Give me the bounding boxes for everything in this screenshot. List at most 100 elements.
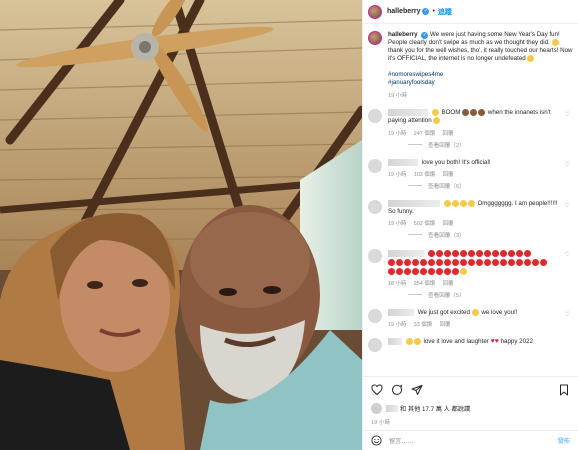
comment-time: 19 小時 <box>388 220 407 227</box>
post-photo[interactable] <box>0 0 362 450</box>
comment-item: love you both! It's official! 19 小時 103 … <box>368 158 572 178</box>
comment-item: BOOM when the innanets isn't paying atte… <box>368 109 572 137</box>
comment-time: 19 小時 <box>388 130 407 137</box>
heart-icon[interactable] <box>371 384 383 396</box>
red-heart-emoji-row <box>427 249 532 257</box>
view-replies-button[interactable]: 查看回覆（2） <box>408 141 572 149</box>
comment-like-icon[interactable]: ♡ <box>565 311 570 318</box>
likes-text: 和 其他 17.7 萬 人 都說讚 <box>400 406 471 413</box>
comment-text-2: happy 2022 <box>500 338 533 346</box>
comment-like-icon[interactable]: ♡ <box>565 161 570 168</box>
red-heart-emoji-row <box>388 267 468 275</box>
comment-text: Omggggggg. I am people!!!!!! <box>477 199 558 207</box>
hashtag-link[interactable]: #januaryfoolsday <box>388 79 574 87</box>
reply-button[interactable]: 回覆 <box>443 172 454 178</box>
add-comment-bar: 留言…… 發佈 <box>363 430 578 450</box>
liker-username[interactable] <box>386 405 398 412</box>
commenter-username[interactable] <box>388 109 428 117</box>
comment-input[interactable]: 留言…… <box>389 436 558 445</box>
comment-like-icon[interactable]: ♡ <box>565 251 570 258</box>
comment-time: 19 小時 <box>388 171 407 178</box>
commenter-username[interactable] <box>388 308 414 316</box>
comment-item: love it love and laughter ♥♥ happy 2022 <box>368 337 572 352</box>
laughing-emoji-icon <box>443 199 451 207</box>
view-replies-button[interactable]: 查看回覆（5） <box>408 291 572 299</box>
caption-username[interactable]: halleberry <box>388 31 418 38</box>
commenter-avatar[interactable] <box>368 308 382 323</box>
reply-button[interactable]: 回覆 <box>443 131 454 137</box>
comment-text: love you both! It's official! <box>421 158 491 166</box>
laughing-emoji-icon <box>459 199 467 207</box>
liker-avatar[interactable] <box>371 403 382 414</box>
comment-text: We just got excited <box>417 308 470 316</box>
comment-likes[interactable]: 103 個讚 <box>414 172 435 178</box>
laughing-emoji-icon <box>551 39 559 46</box>
comment-item: Omggggggg. I am people!!!!!! So funny. 1… <box>368 199 572 227</box>
reply-button[interactable]: 回覆 <box>443 281 454 287</box>
post-comment-button[interactable]: 發佈 <box>558 436 570 445</box>
red-heart-emoji-row <box>388 258 548 266</box>
view-replies-button[interactable]: 查看回覆（6） <box>408 182 572 190</box>
comment-item: 18 小時 254 個讚 回覆 ♡ <box>368 248 572 287</box>
share-icon[interactable] <box>411 384 423 396</box>
comment-text-2: we love you!! <box>481 308 518 316</box>
laughing-emoji-icon <box>471 308 479 316</box>
comment-time: 18 小時 <box>388 280 407 287</box>
laughing-emoji-icon <box>527 55 535 63</box>
commenter-avatar[interactable] <box>368 109 382 124</box>
bookmark-icon[interactable] <box>558 384 570 396</box>
laughing-emoji-icon <box>405 337 413 345</box>
clapping-emoji-icon <box>470 109 478 117</box>
commenter-avatar[interactable] <box>368 199 382 214</box>
action-bar: 和 其他 17.7 萬 人 都說讚 19 小時 <box>363 376 578 428</box>
reply-button[interactable]: 回覆 <box>440 322 451 328</box>
comment-likes[interactable]: 502 個讚 <box>414 221 435 227</box>
comment-like-icon[interactable]: ♡ <box>565 111 570 118</box>
post-caption: halleberry ✓ We were just having some Ne… <box>368 31 574 100</box>
selfie-photo <box>0 0 362 450</box>
commenter-username[interactable] <box>388 249 424 257</box>
commenter-username[interactable] <box>388 199 440 207</box>
hashtag-link[interactable]: #nomoreswipes4me <box>388 71 574 79</box>
comment-like-icon[interactable]: ♡ <box>565 202 570 209</box>
likes-summary[interactable]: 和 其他 17.7 萬 人 都說讚 <box>371 403 570 414</box>
verified-badge-icon: ✓ <box>421 32 429 39</box>
author-avatar[interactable] <box>368 4 382 19</box>
reply-button[interactable]: 回覆 <box>443 221 454 227</box>
comment-icon[interactable] <box>391 384 403 396</box>
comment-time: 19 小時 <box>388 321 407 328</box>
laughing-emoji-icon <box>467 199 475 207</box>
post-date: 19 小時 <box>371 420 391 426</box>
follow-button[interactable]: 追蹤 <box>438 7 452 17</box>
emoji-icon[interactable] <box>371 435 382 446</box>
comment-likes[interactable]: 254 個讚 <box>414 281 435 287</box>
comment-text: love it love and laughter <box>423 338 489 346</box>
commenter-avatar[interactable] <box>368 158 382 173</box>
post-age: 19 小時 <box>388 93 407 100</box>
view-replies-button[interactable]: 查看回覆（3） <box>408 231 572 239</box>
author-username[interactable]: halleberry <box>387 8 420 15</box>
laughing-emoji-icon <box>451 199 459 207</box>
commenter-username[interactable] <box>388 337 402 345</box>
comment-text-2: So funny. <box>388 207 414 215</box>
commenter-avatar[interactable] <box>368 248 382 263</box>
separator-dot: • <box>432 8 435 15</box>
post-header: halleberry ✓ • 追蹤 <box>363 0 578 24</box>
comment-likes[interactable]: 247 個讚 <box>414 131 435 137</box>
commenter-username[interactable] <box>388 158 418 166</box>
laughing-emoji-icon <box>413 337 421 345</box>
comments-feed[interactable]: halleberry ✓ We were just having some Ne… <box>363 25 578 373</box>
caption-avatar[interactable] <box>368 31 382 45</box>
clapping-emoji-icon <box>478 109 486 117</box>
laughing-emoji-icon <box>433 117 441 125</box>
comment-text-prefix: BOOM <box>441 109 461 117</box>
clapping-emoji-icon <box>462 109 470 117</box>
post-panel: halleberry ✓ • 追蹤 halleberry ✓ We were j… <box>362 0 578 450</box>
comment-item: We just got excited we love you!! 19 小時 … <box>368 308 572 328</box>
commenter-avatar[interactable] <box>368 337 382 352</box>
verified-badge-icon: ✓ <box>422 8 430 15</box>
comment-likes[interactable]: 33 個讚 <box>414 322 432 328</box>
caption-text-2: thank you for the well wishes, tho', it … <box>388 47 573 63</box>
red-heart-emoji-icon: ♥♥ <box>490 338 499 346</box>
explosion-emoji-icon <box>431 109 439 117</box>
